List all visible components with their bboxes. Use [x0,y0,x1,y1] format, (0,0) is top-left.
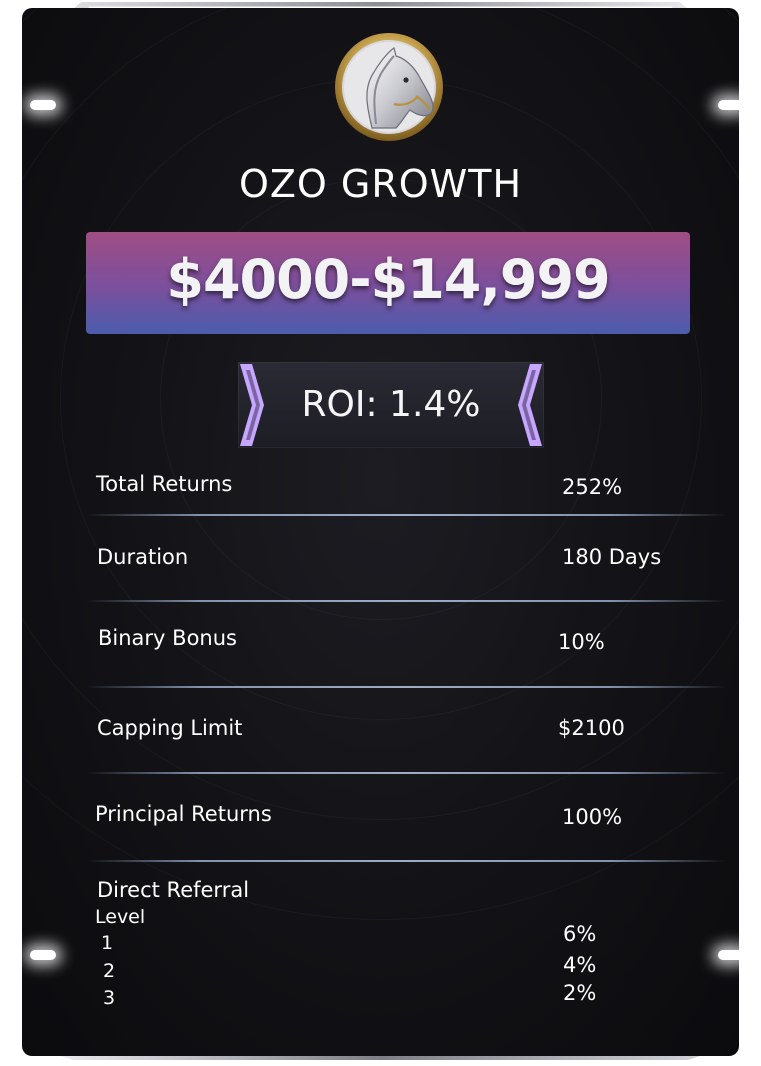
level-3: 3 [103,987,116,1009]
horse-logo-icon [335,33,443,141]
binary-bonus-value: 10% [558,630,605,654]
plan-title: OZO GROWTH [238,162,523,206]
price-range-banner: $4000-$14,999 [86,232,690,334]
capping-limit-value: $2100 [558,716,625,740]
divider [86,686,726,688]
duration-value: 180 Days [562,545,662,569]
frame-light-right-top [718,100,744,110]
roi-badge: ROI: 1.4% [238,362,544,448]
level-1: 1 [101,932,114,954]
total-returns-label: Total Returns [96,472,233,496]
price-range-text: $4000-$14,999 [166,248,610,311]
total-returns-value: 252% [562,475,623,499]
divider [86,600,726,602]
roi-text: ROI: 1.4% [301,384,481,425]
level-2-value: 4% [563,953,597,977]
principal-returns-label: Principal Returns [95,802,272,826]
frame-light-left-top [30,100,56,110]
principal-returns-value: 100% [562,805,623,829]
level-1-value: 6% [563,922,597,946]
level-2: 2 [103,960,116,982]
frame-light-left-bottom [30,950,56,960]
divider [86,514,726,516]
frame-light-right-bottom [718,950,744,960]
divider [86,860,726,862]
level-label: Level [95,906,146,928]
duration-label: Duration [97,545,189,569]
chevron-left-icon [518,364,542,446]
direct-referral-heading: Direct Referral [97,878,250,902]
capping-limit-label: Capping Limit [97,716,243,740]
divider [86,772,726,774]
binary-bonus-label: Binary Bonus [98,626,237,650]
level-3-value: 2% [563,981,597,1005]
